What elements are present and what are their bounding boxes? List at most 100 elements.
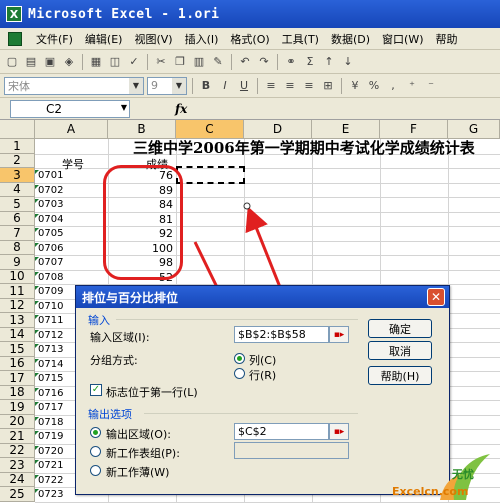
student-id-cell[interactable]: 0701 [34,170,63,181]
cut-icon[interactable]: ✂ [153,54,169,70]
row-header-6[interactable]: 6 [0,211,35,226]
print-preview-icon[interactable]: ◫ [107,54,123,70]
align-left-icon[interactable]: ≡ [263,78,279,94]
decrease-decimal-icon[interactable]: ⁻ [423,78,439,94]
spelling-icon[interactable]: ✓ [126,54,142,70]
selected-cell-c3[interactable] [176,166,245,184]
row-header-14[interactable]: 14 [0,327,35,342]
student-id-cell[interactable]: 0714 [34,358,63,370]
row-header-16[interactable]: 16 [0,356,35,371]
student-id-cell[interactable]: 0717 [34,402,63,413]
print-icon[interactable]: ▦ [88,54,104,70]
merge-center-icon[interactable]: ⊞ [320,78,336,94]
menu-edit[interactable]: 编辑(E) [79,31,129,47]
student-id-cell[interactable]: 0710 [34,300,63,312]
output-range-radio[interactable] [90,427,101,438]
row-header-18[interactable]: 18 [0,385,35,400]
student-id-cell[interactable]: 0707 [34,257,63,268]
row-header-4[interactable]: 4 [0,182,35,197]
row-header-20[interactable]: 20 [0,414,35,429]
student-id-cell[interactable]: 0713 [34,344,63,355]
row-header-10[interactable]: 10 [0,269,35,284]
row-header-23[interactable]: 23 [0,458,35,473]
row-header-19[interactable]: 19 [0,400,35,415]
input-range-field[interactable]: $B$2:$B$58 [234,326,329,343]
menu-format[interactable]: 格式(O) [224,31,275,47]
format-painter-icon[interactable]: ✎ [210,54,226,70]
student-id-cell[interactable]: 0706 [34,242,63,254]
italic-icon[interactable]: I [217,78,233,94]
collapse-dialog-icon[interactable]: ▪▸ [329,326,349,343]
workbook-icon[interactable] [8,31,22,46]
menu-file[interactable]: 文件(F) [30,31,79,47]
font-name-combo[interactable]: 宋体 ▼ [4,76,144,95]
row-header-22[interactable]: 22 [0,443,35,458]
menu-insert[interactable]: 插入(I) [179,31,225,47]
save-icon[interactable]: ▣ [42,54,58,70]
student-id-cell[interactable]: 0709 [34,286,63,297]
row-header-17[interactable]: 17 [0,371,35,386]
row-header-13[interactable]: 13 [0,313,35,328]
cancel-button[interactable]: 取消 [368,341,432,360]
font-size-combo[interactable]: 9 ▼ [147,76,187,95]
student-id-cell[interactable]: 0702 [34,184,63,196]
student-id-cell[interactable]: 0703 [34,199,63,210]
paste-icon[interactable]: ▥ [191,54,207,70]
student-id-cell[interactable]: 0721 [34,460,63,471]
group-by-row-radio[interactable] [234,368,245,379]
student-id-cell[interactable]: 0705 [34,228,63,239]
group-by-column-radio[interactable] [234,353,245,364]
bold-icon[interactable]: B [198,78,214,94]
student-id-cell[interactable]: 0718 [34,416,63,428]
align-center-icon[interactable]: ≡ [282,78,298,94]
row-header-9[interactable]: 9 [0,255,35,270]
row-header-2[interactable]: 2 [0,153,35,168]
select-all-corner[interactable] [0,120,35,139]
student-id-cell[interactable]: 0719 [34,431,63,442]
student-id-cell[interactable]: 0704 [34,213,63,225]
student-id-cell[interactable]: 0715 [34,373,63,384]
currency-icon[interactable]: ¥ [347,78,363,94]
open-icon[interactable]: ▤ [23,54,39,70]
labels-first-row-checkbox[interactable]: ✓ [90,384,102,396]
copy-icon[interactable]: ❐ [172,54,188,70]
new-icon[interactable]: ▢ [4,54,20,70]
name-box[interactable]: C2 ▼ [10,99,130,118]
row-header-12[interactable]: 12 [0,298,35,313]
student-id-cell[interactable]: 0723 [34,489,63,500]
student-id-cell[interactable]: 0711 [34,315,63,326]
percent-icon[interactable]: % [366,78,382,94]
row-header-25[interactable]: 25 [0,487,35,502]
close-icon[interactable]: ✕ [427,288,445,306]
autosum-icon[interactable]: Σ [302,54,318,70]
student-id-cell[interactable]: 0716 [34,387,63,399]
fx-icon[interactable]: fx [175,102,187,116]
collapse-dialog-icon[interactable]: ▪▸ [329,423,349,440]
row-header-1[interactable]: 1 [0,139,35,154]
row-header-15[interactable]: 15 [0,342,35,357]
new-workbook-radio[interactable] [90,465,101,476]
increase-decimal-icon[interactable]: ⁺ [404,78,420,94]
student-id-cell[interactable]: 0722 [34,474,63,486]
underline-icon[interactable]: U [236,78,252,94]
row-header-21[interactable]: 21 [0,429,35,444]
row-header-5[interactable]: 5 [0,197,35,212]
new-sheet-radio[interactable] [90,446,101,457]
sort-desc-icon[interactable]: ↓ [340,54,356,70]
hyperlink-icon[interactable]: ⚭ [283,54,299,70]
student-id-cell[interactable]: 0708 [34,271,63,283]
menu-help[interactable]: 帮助 [430,31,464,47]
menu-tools[interactable]: 工具(T) [276,31,325,47]
column-header-a[interactable]: A [35,120,108,139]
menu-view[interactable]: 视图(V) [128,31,178,47]
redo-icon[interactable]: ↷ [256,54,272,70]
row-header-7[interactable]: 7 [0,226,35,241]
align-right-icon[interactable]: ≡ [301,78,317,94]
dialog-title-bar[interactable]: 排位与百分比排位 ✕ [76,286,449,308]
student-id-cell[interactable]: 0712 [34,329,63,341]
row-header-11[interactable]: 11 [0,284,35,299]
help-button[interactable]: 帮助(H) [368,366,432,385]
sort-asc-icon[interactable]: ↑ [321,54,337,70]
menu-window[interactable]: 窗口(W) [376,31,429,47]
output-range-field[interactable]: $C$2 [234,423,329,440]
